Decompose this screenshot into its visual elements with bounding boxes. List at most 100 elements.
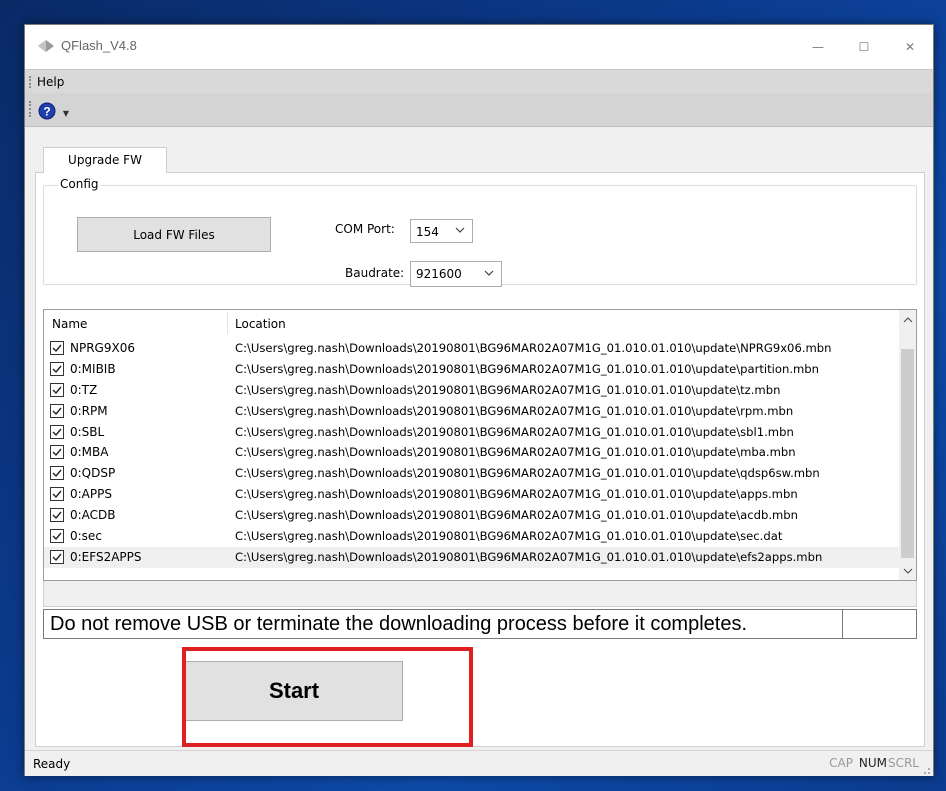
chevron-down-icon — [483, 265, 495, 279]
checkmark-icon — [52, 469, 62, 478]
com-port-value: 154 — [416, 225, 439, 239]
list-item[interactable]: 0:QDSP C:\Users\greg.nash\Downloads\20190… — [44, 463, 901, 484]
row-name: 0:SBL — [70, 424, 105, 439]
config-group-label: Config — [58, 177, 101, 191]
row-name: 0:sec — [70, 529, 102, 544]
upgrade-panel: Config Load FW Files COM Port: 154 Baudr… — [35, 172, 925, 747]
row-location: C:\Users\greg.nash\Downloads\20190801\BG… — [235, 361, 820, 376]
column-divider[interactable] — [227, 312, 228, 334]
tab-upgrade-fw[interactable]: Upgrade FW — [43, 147, 167, 173]
list-rows: NPRG9X06 C:\Users\greg.nash\Downloads\201… — [44, 338, 901, 568]
qflash-window: QFlash_V4.8 — ☐ ✕ Help ? ▼ Upgrade FW Co… — [24, 24, 934, 776]
vertical-scrollbar[interactable] — [899, 310, 916, 580]
chevron-down-icon — [454, 223, 466, 237]
row-location: C:\Users\greg.nash\Downloads\20190801\BG… — [235, 529, 783, 544]
checkmark-icon — [52, 386, 62, 394]
list-item[interactable]: 0:MBA C:\Users\greg.nash\Downloads\201908… — [44, 442, 901, 463]
list-item[interactable]: 0:APPS C:\Users\greg.nash\Downloads\20190… — [44, 484, 901, 505]
scroll-up-icon[interactable] — [899, 311, 916, 328]
list-item[interactable]: 0:SBL C:\Users\greg.nash\Downloads\201908… — [44, 422, 901, 443]
row-checkbox[interactable] — [50, 341, 64, 355]
row-checkbox[interactable] — [50, 424, 64, 439]
baudrate-select[interactable]: 921600 — [410, 261, 502, 287]
minimize-button[interactable]: — — [795, 25, 841, 69]
status-text: Ready — [33, 757, 71, 771]
row-location: C:\Users\greg.nash\Downloads\20190801\BG… — [235, 403, 794, 418]
row-name: 0:TZ — [70, 382, 98, 397]
close-icon: ✕ — [904, 40, 916, 54]
row-name: NPRG9X06 — [70, 341, 135, 355]
row-name: 0:ACDB — [70, 508, 116, 523]
maximize-button[interactable]: ☐ — [841, 25, 887, 69]
list-header: Name Location — [44, 310, 901, 336]
checkmark-icon — [52, 511, 62, 520]
row-checkbox[interactable] — [50, 549, 64, 564]
row-location: C:\Users\greg.nash\Downloads\20190801\BG… — [235, 466, 820, 481]
scroll-thumb[interactable] — [901, 349, 914, 558]
row-location: C:\Users\greg.nash\Downloads\20190801\BG… — [235, 424, 794, 439]
scroll-down-icon[interactable] — [899, 562, 916, 579]
svg-text:?: ? — [43, 105, 50, 119]
list-item[interactable]: 0:sec C:\Users\greg.nash\Downloads\201908… — [44, 526, 901, 547]
checkmark-icon — [52, 553, 62, 561]
baudrate-label: Baudrate: — [345, 266, 405, 280]
menu-bar: Help — [25, 69, 933, 93]
row-location: C:\Users\greg.nash\Downloads\20190801\BG… — [235, 487, 798, 502]
menu-help[interactable]: Help — [37, 75, 64, 89]
checkmark-icon — [52, 365, 62, 373]
row-location: C:\Users\greg.nash\Downloads\20190801\BG… — [235, 508, 799, 523]
row-name: 0:APPS — [70, 487, 112, 502]
close-button[interactable]: ✕ — [887, 25, 933, 69]
row-location: C:\Users\greg.nash\Downloads\20190801\BG… — [235, 445, 796, 460]
num-indicator: NUM — [858, 756, 887, 770]
column-header-location[interactable]: Location — [235, 317, 286, 331]
help-question-icon[interactable]: ? — [37, 101, 57, 121]
row-checkbox[interactable] — [50, 361, 64, 376]
title-bar: QFlash_V4.8 — ☐ ✕ — [25, 25, 933, 69]
row-checkbox[interactable] — [50, 445, 64, 460]
row-checkbox[interactable] — [50, 466, 64, 481]
checkmark-icon — [52, 407, 62, 415]
warning-message-tail — [843, 609, 917, 639]
row-name: 0:EFS2APPS — [70, 549, 142, 564]
list-item[interactable]: 0:EFS2APPS C:\Users\greg.nash\Downloads\2… — [44, 546, 901, 568]
fw-file-list[interactable]: Name Location NPRG9X06 C:\Users\greg.nash… — [43, 309, 917, 581]
row-name: 0:QDSP — [70, 466, 116, 481]
toolbar: ? ▼ — [25, 93, 933, 127]
list-item[interactable]: 0:ACDB C:\Users\greg.nash\Downloads\20190… — [44, 505, 901, 526]
config-group: Config Load FW Files COM Port: 154 Baudr… — [43, 177, 917, 287]
checkmark-icon — [52, 532, 62, 541]
checkmark-icon — [52, 428, 62, 436]
window-title: QFlash_V4.8 — [61, 38, 137, 53]
checkmark-icon — [52, 490, 62, 499]
row-location: C:\Users\greg.nash\Downloads\20190801\BG… — [235, 382, 781, 397]
row-checkbox[interactable] — [50, 508, 64, 523]
start-button[interactable]: Start — [185, 661, 403, 721]
checkmark-icon — [52, 344, 62, 353]
com-port-select[interactable]: 154 — [410, 219, 473, 243]
list-item[interactable]: 0:RPM C:\Users\greg.nash\Downloads\201908… — [44, 401, 901, 422]
list-item[interactable]: NPRG9X06 C:\Users\greg.nash\Downloads\201… — [44, 338, 901, 359]
load-fw-files-button[interactable]: Load FW Files — [77, 217, 271, 252]
row-checkbox[interactable] — [50, 487, 64, 502]
row-checkbox[interactable] — [50, 529, 64, 544]
row-location: C:\Users\greg.nash\Downloads\20190801\BG… — [235, 341, 832, 355]
resize-grip-icon[interactable] — [921, 764, 931, 774]
warning-message: Do not remove USB or terminate the downl… — [43, 609, 843, 639]
row-name: 0:MBA — [70, 445, 109, 460]
list-item[interactable]: 0:MIBIB C:\Users\greg.nash\Downloads\2019… — [44, 359, 901, 380]
baudrate-value: 921600 — [416, 267, 462, 281]
row-location: C:\Users\greg.nash\Downloads\20190801\BG… — [235, 549, 823, 564]
toolbar-grip[interactable] — [29, 101, 31, 117]
row-checkbox[interactable] — [50, 382, 64, 397]
row-name: 0:RPM — [70, 403, 108, 418]
row-checkbox[interactable] — [50, 403, 64, 418]
list-item[interactable]: 0:TZ C:\Users\greg.nash\Downloads\2019080… — [44, 380, 901, 401]
menubar-grip — [29, 76, 31, 88]
column-header-name[interactable]: Name — [52, 317, 87, 331]
minimize-icon: — — [812, 40, 824, 54]
row-name: 0:MIBIB — [70, 361, 116, 376]
scrl-indicator: SCRL — [887, 756, 919, 770]
com-port-label: COM Port: — [335, 222, 395, 236]
toolbar-dropdown-icon[interactable]: ▼ — [60, 109, 72, 119]
